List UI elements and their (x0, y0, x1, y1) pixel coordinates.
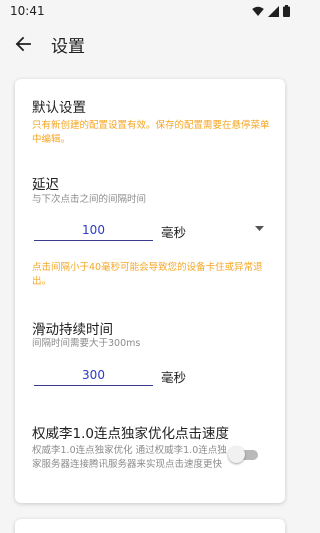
delay-hint: 与下次点击之间的间隔时间 (32, 194, 147, 205)
settings-card: 默认设置 只有新创建的配置设置有效。保存的配置需要在悬停菜单中编辑。 延迟 与下… (15, 79, 285, 503)
app-bar: 设置 (0, 22, 300, 66)
delay-unit-select[interactable]: 毫秒 (161, 222, 186, 241)
swipe-duration-unit: 毫秒 (161, 370, 187, 385)
swipe-duration-title: 滑动持续时间 (32, 322, 113, 338)
wifi-icon (252, 6, 264, 16)
battery-icon (283, 5, 290, 17)
back-button[interactable] (9, 30, 37, 58)
signal-icon (268, 5, 279, 17)
delay-title: 延迟 (32, 177, 59, 193)
toggle-thumb (228, 446, 245, 463)
status-bar: 10:41 (0, 0, 300, 22)
delay-unit-label: 毫秒 (161, 225, 187, 240)
optimize-toggle[interactable] (228, 446, 258, 463)
dropdown-arrow-icon[interactable] (255, 226, 264, 231)
optimize-title: 权威李1.0连点独家优化点击速度 (32, 426, 229, 442)
optimize-hint: 权威李1.0连点独家优化 通过权威李1.0连点独家服务器连接腾讯服务器来实现点击… (32, 445, 227, 470)
swipe-duration-hint: 间隔时间需要大于300ms (32, 338, 141, 349)
swipe-duration-input[interactable] (34, 364, 153, 386)
default-settings-title: 默认设置 (32, 100, 86, 116)
arrow-left-icon (15, 36, 31, 52)
status-time: 10:41 (10, 4, 45, 18)
delay-warning: 点击间隔小于40毫秒可能会导致您的设备卡住或异常退出。 (32, 262, 263, 287)
page-title: 设置 (51, 36, 85, 57)
next-settings-card (15, 519, 285, 533)
delay-input[interactable] (34, 219, 153, 241)
default-settings-note: 只有新创建的配置设置有效。保存的配置需要在悬停菜单中编辑。 (32, 120, 270, 145)
status-icons (252, 5, 290, 17)
